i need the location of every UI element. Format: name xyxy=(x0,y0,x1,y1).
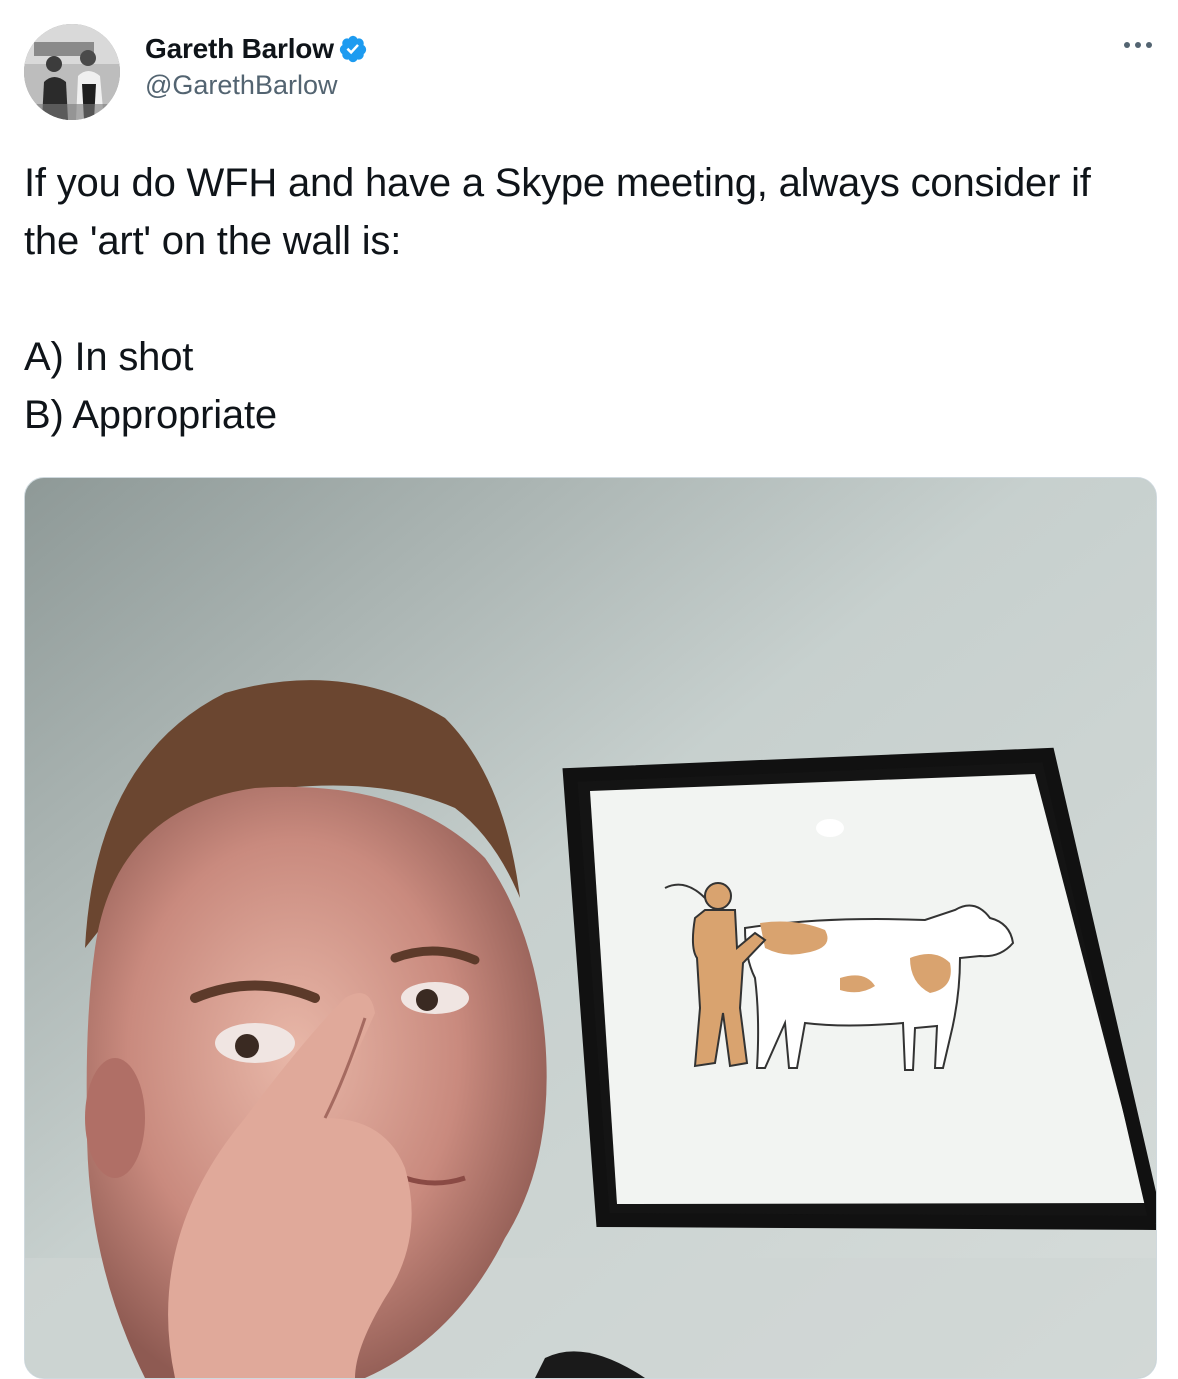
tweet-text: If you do WFH and have a Skype meeting, … xyxy=(24,161,1091,437)
verified-badge-icon xyxy=(338,34,368,64)
more-options-button[interactable] xyxy=(1118,30,1158,60)
wall-art-frame xyxy=(562,747,1156,1231)
avatar-photo-icon xyxy=(24,24,120,120)
author-display-name[interactable]: Gareth Barlow xyxy=(145,33,334,65)
author-avatar[interactable] xyxy=(24,24,120,120)
author-info: Gareth Barlow @GarethBarlow xyxy=(145,30,368,101)
author-name-row: Gareth Barlow xyxy=(145,30,368,68)
tweet-card: Gareth Barlow @GarethBarlow If you do WF… xyxy=(0,0,1178,1379)
attached-photo xyxy=(25,478,1156,1378)
author-handle[interactable]: @GarethBarlow xyxy=(145,70,368,101)
tweet-photo[interactable] xyxy=(24,477,1157,1379)
more-horizontal-icon xyxy=(1124,42,1152,48)
